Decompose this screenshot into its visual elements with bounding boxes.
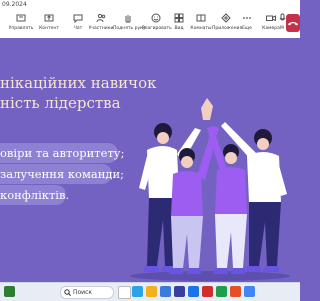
window-title-bar: 09.2024 — [0, 0, 300, 10]
raise-hand-button[interactable]: Поднять руку — [113, 13, 146, 37]
rooms-label: Комнаты — [190, 26, 212, 31]
chrome-icon[interactable] — [244, 286, 255, 297]
content-label: Контент — [39, 26, 59, 31]
share-content-icon — [44, 14, 54, 22]
view-icon — [174, 13, 184, 23]
end-call-icon — [288, 22, 298, 26]
more-button[interactable]: Еще — [241, 13, 253, 37]
powerpoint-icon[interactable] — [230, 286, 241, 297]
react-label: Реагировать — [142, 26, 172, 31]
chat-button[interactable]: Чат — [68, 13, 88, 37]
microphone-icon — [279, 13, 285, 21]
app-icon[interactable] — [202, 286, 213, 297]
bullet-list: овіри та авторитету; залучення команди; … — [0, 144, 124, 205]
edge-browser-icon[interactable] — [132, 286, 143, 297]
rooms-button[interactable]: Комнаты — [190, 13, 212, 37]
store-icon[interactable] — [160, 286, 171, 297]
more-icon — [243, 17, 251, 19]
chat-label: Чат — [73, 26, 83, 31]
view-label: Вид — [174, 26, 184, 31]
microphone-button[interactable]: М — [278, 13, 286, 37]
search-placeholder: Поиск — [73, 289, 93, 296]
microphone-label: М — [280, 26, 284, 31]
meeting-toolbar: Управлять Контент Чат Участники Поднять … — [0, 10, 300, 39]
end-call-button[interactable] — [286, 14, 300, 32]
teams-icon[interactable] — [174, 286, 185, 297]
manage-label: Управлять — [8, 26, 34, 31]
bullet-1: овіри та авторитету; — [0, 146, 125, 160]
file-explorer-icon[interactable] — [146, 286, 157, 297]
presentation-slide: нікаційних навичок ність лідерства овіри… — [0, 38, 300, 282]
react-button[interactable]: Реагировать — [142, 13, 172, 37]
apps-icon — [221, 13, 231, 23]
apps-label: Приложения — [212, 26, 243, 31]
apps-button[interactable]: Приложения — [212, 13, 243, 37]
manage-icon — [16, 14, 26, 22]
raise-hand-icon — [125, 15, 131, 23]
more-label: Еще — [242, 26, 252, 31]
excel-icon[interactable] — [216, 286, 227, 297]
react-icon — [151, 13, 161, 23]
participants-label: Участники — [88, 26, 114, 31]
manage-button[interactable]: Управлять — [6, 13, 36, 37]
windows-taskbar: Поиск — [0, 282, 300, 301]
content-button[interactable]: Контент — [37, 13, 61, 37]
weather-widget-icon[interactable] — [4, 286, 15, 297]
bullet-2: залучення команди; — [0, 167, 125, 181]
word-icon[interactable] — [188, 286, 199, 297]
view-button[interactable]: Вид — [172, 13, 186, 37]
slide-title-line-2: ність лідерства — [0, 94, 121, 112]
raise-hand-label: Поднять руку — [113, 26, 146, 31]
rooms-icon — [196, 14, 206, 22]
participants-button[interactable]: Участники — [88, 13, 114, 37]
chat-icon — [73, 14, 83, 23]
team-illustration — [130, 98, 290, 281]
search-icon — [64, 289, 71, 296]
camera-icon — [266, 15, 276, 22]
taskbar-search-box[interactable]: Поиск — [60, 286, 114, 299]
bullet-3: конфліктів. — [0, 188, 70, 202]
participants-icon — [96, 13, 106, 23]
task-view-icon[interactable] — [118, 286, 131, 299]
meeting-date: 09.2024 — [2, 1, 27, 8]
slide-title-line-1: нікаційних навичок — [0, 74, 157, 92]
